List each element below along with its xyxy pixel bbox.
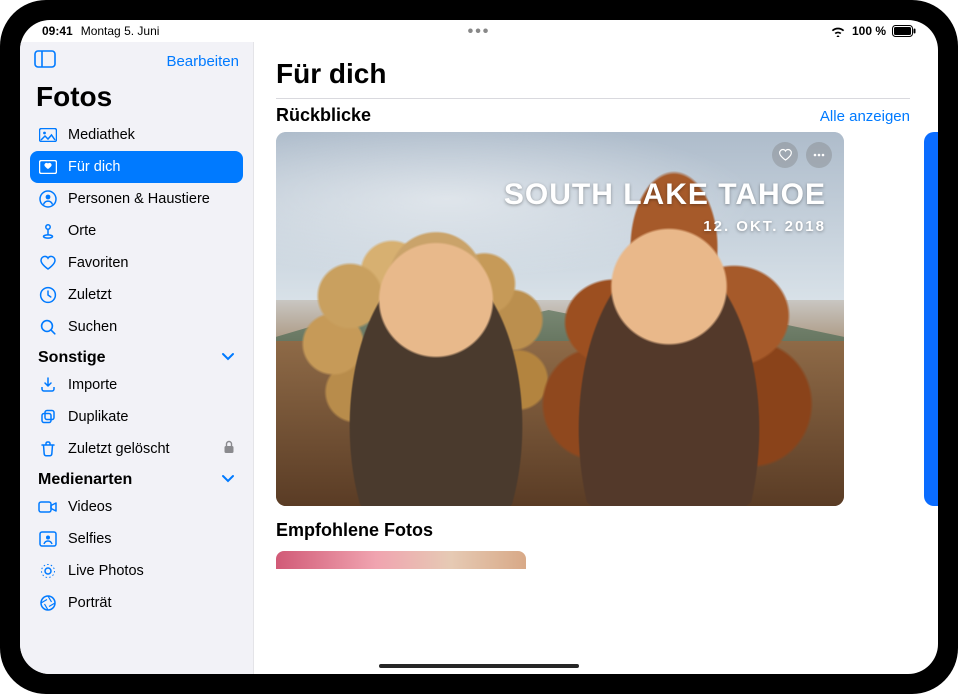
sidebar-section-media-types[interactable]: Medienarten: [30, 465, 243, 491]
library-icon: [38, 128, 58, 142]
status-date: Montag 5. Juni: [81, 24, 160, 38]
chevron-down-icon: [221, 349, 235, 367]
sidebar-item-label: Selfies: [68, 531, 112, 547]
wifi-icon: [830, 25, 846, 37]
sidebar-item-label: Mediathek: [68, 127, 135, 143]
memories-heading: Rückblicke: [276, 105, 371, 126]
sidebar-item-label: Suchen: [68, 319, 117, 335]
main-content: Für dich Rückblicke Alle anzeigen: [254, 42, 938, 674]
memory-title: SOUTH LAKE TAHOE: [504, 178, 826, 212]
live-photos-icon: [38, 562, 58, 580]
sidebar-item-favorites[interactable]: Favoriten: [30, 247, 243, 279]
sidebar-item-people-pets[interactable]: Personen & Haustiere: [30, 183, 243, 215]
memory-card-next-peek[interactable]: [924, 132, 938, 506]
ipad-frame: 09:41 Montag 5. Juni ••• 100 %: [0, 0, 958, 694]
sidebar-item-recently-deleted[interactable]: Zuletzt gelöscht: [30, 433, 243, 465]
sidebar-item-label: Zuletzt: [68, 287, 112, 303]
status-time: 09:41: [42, 24, 73, 38]
sidebar-toggle-icon[interactable]: [34, 50, 56, 73]
clock-icon: [38, 286, 58, 304]
sidebar-item-label: Zuletzt gelöscht: [68, 441, 170, 457]
memories-row[interactable]: SOUTH LAKE TAHOE 12. OKT. 2018: [276, 132, 938, 506]
battery-text: 100 %: [852, 24, 886, 38]
sidebar-section-label: Sonstige: [38, 349, 106, 367]
memory-card[interactable]: SOUTH LAKE TAHOE 12. OKT. 2018: [276, 132, 844, 506]
lock-icon: [223, 440, 235, 458]
sidebar-item-library[interactable]: Mediathek: [30, 119, 243, 151]
status-bar: 09:41 Montag 5. Juni ••• 100 %: [20, 20, 938, 42]
sidebar-item-places[interactable]: Orte: [30, 215, 243, 247]
for-you-icon: [38, 160, 58, 174]
trash-icon: [38, 440, 58, 458]
sidebar-item-videos[interactable]: Videos: [30, 491, 243, 523]
aperture-icon: [38, 594, 58, 612]
sidebar-item-label: Porträt: [68, 595, 112, 611]
sidebar-item-label: Personen & Haustiere: [68, 191, 210, 207]
home-indicator[interactable]: [379, 664, 579, 668]
sidebar-item-label: Importe: [68, 377, 117, 393]
page-title: Für dich: [276, 58, 938, 98]
video-icon: [38, 500, 58, 514]
sidebar-item-for-you[interactable]: Für dich: [30, 151, 243, 183]
featured-photo-thumb[interactable]: [276, 551, 526, 569]
memory-date: 12. OKT. 2018: [504, 218, 826, 235]
sidebar-item-label: Live Photos: [68, 563, 144, 579]
people-icon: [38, 190, 58, 208]
duplicates-icon: [38, 408, 58, 426]
search-icon: [38, 318, 58, 336]
memories-see-all-link[interactable]: Alle anzeigen: [820, 108, 910, 125]
sidebar-item-search[interactable]: Suchen: [30, 311, 243, 343]
battery-icon: [892, 25, 916, 37]
memory-favorite-button[interactable]: [772, 142, 798, 168]
featured-heading: Empfohlene Fotos: [276, 520, 433, 541]
selfie-icon: [38, 531, 58, 547]
memory-more-button[interactable]: [806, 142, 832, 168]
edit-button[interactable]: Bearbeiten: [166, 53, 239, 70]
multitask-dots-icon[interactable]: •••: [468, 23, 491, 41]
sidebar-item-selfies[interactable]: Selfies: [30, 523, 243, 555]
sidebar: Bearbeiten Fotos Mediathek Für dich Pers…: [20, 42, 254, 674]
sidebar-title: Fotos: [30, 79, 243, 119]
import-icon: [38, 376, 58, 394]
sidebar-item-label: Videos: [68, 499, 112, 515]
sidebar-section-other[interactable]: Sonstige: [30, 343, 243, 369]
sidebar-item-recents[interactable]: Zuletzt: [30, 279, 243, 311]
chevron-down-icon: [221, 471, 235, 489]
heart-icon: [38, 255, 58, 271]
sidebar-item-label: Favoriten: [68, 255, 128, 271]
sidebar-item-label: Orte: [68, 223, 96, 239]
sidebar-section-label: Medienarten: [38, 471, 132, 489]
screen: 09:41 Montag 5. Juni ••• 100 %: [20, 20, 938, 674]
location-pin-icon: [38, 222, 58, 240]
sidebar-item-duplicates[interactable]: Duplikate: [30, 401, 243, 433]
sidebar-item-label: Duplikate: [68, 409, 128, 425]
sidebar-item-portrait[interactable]: Porträt: [30, 587, 243, 619]
sidebar-item-live-photos[interactable]: Live Photos: [30, 555, 243, 587]
sidebar-item-imports[interactable]: Importe: [30, 369, 243, 401]
sidebar-item-label: Für dich: [68, 159, 120, 175]
